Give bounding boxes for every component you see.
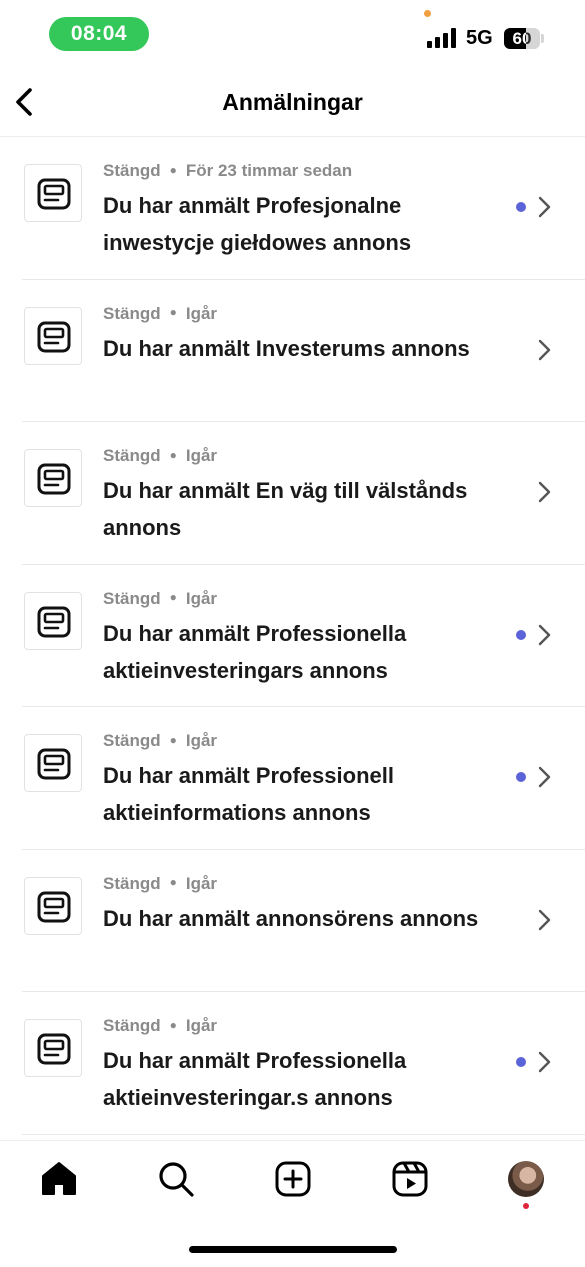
chevron-right-icon [538, 624, 551, 645]
chevron-right-icon [538, 196, 551, 218]
chevron-right-icon [538, 1051, 551, 1073]
report-item[interactable]: Stängd ● Igår Du har anmält Professionella … [0, 565, 585, 707]
bottom-navigation [0, 1140, 585, 1267]
unread-dot [516, 1057, 526, 1067]
report-icon [37, 891, 71, 922]
battery-percent: 60 [512, 29, 532, 48]
separator-dot: ● [169, 305, 177, 320]
report-meta: Stängd ● Igår [103, 731, 217, 751]
report-item[interactable]: Stängd ● Igår Du har anmält En väg till väl… [0, 422, 585, 565]
reels-icon [392, 1161, 428, 1197]
report-status: Stängd [103, 446, 161, 465]
report-icon-box [24, 591, 82, 650]
report-status: Stängd [103, 1016, 161, 1035]
report-icon [37, 463, 71, 495]
report-list: Stängd ● För 23 timmar sedan Du har anmält … [0, 137, 585, 1135]
report-icon-box [24, 734, 82, 792]
report-item[interactable]: Stängd ● Igår Du har anmält Professionella … [0, 992, 585, 1135]
report-status: Stängd [103, 303, 161, 323]
separator-dot: ● [169, 875, 177, 890]
search-icon [159, 1162, 194, 1197]
status-bar: 08:04 5G 60 [0, 0, 585, 70]
report-item[interactable]: Stängd ● Igår Du har anmält Investerums ann… [0, 280, 585, 422]
report-time: Igår [185, 1016, 218, 1035]
report-time: Igår [185, 731, 218, 750]
report-status: Stängd [103, 731, 161, 750]
report-status: Stängd [103, 873, 161, 893]
report-icon [37, 1033, 71, 1065]
chevron-right-icon [538, 339, 551, 360]
page-title: Anmälningar [222, 89, 363, 115]
nav-home[interactable] [39, 1159, 79, 1199]
notification-dot [523, 1203, 529, 1209]
report-title: Du har anmält En väg till välstånds anno… [103, 478, 468, 540]
unread-dot [516, 772, 526, 782]
home-icon [42, 1162, 76, 1195]
separator-dot: ● [169, 590, 177, 605]
page-header: Anmälningar [0, 70, 585, 137]
report-meta: Stängd ● Igår [103, 446, 217, 466]
home-indicator [189, 1246, 397, 1253]
report-item[interactable]: Stängd ● Igår Du har anmält annonsörens ann… [0, 850, 585, 992]
report-time: Igår [185, 588, 218, 608]
network-type: 5G [466, 27, 493, 49]
report-icon [37, 178, 71, 210]
profile-avatar[interactable] [508, 1161, 544, 1197]
report-icon-box [24, 164, 82, 222]
status-time: 08:04 [49, 17, 149, 51]
report-title: Du har anmält Investerums annons [103, 335, 470, 361]
separator-dot: ● [169, 732, 177, 747]
create-icon [275, 1161, 311, 1197]
report-time: Igår [185, 303, 218, 323]
report-item[interactable]: Stängd ● Igår Du har anmält Professionell a… [0, 707, 585, 850]
report-time: För 23 timmar sedan [185, 161, 353, 180]
report-icon-box [24, 876, 82, 935]
report-meta: Stängd ● Igår [103, 589, 217, 609]
report-icon [37, 748, 71, 780]
report-meta: Stängd ● Igår [103, 874, 217, 894]
nav-reels[interactable] [390, 1159, 430, 1199]
report-time: Igår [185, 873, 218, 893]
report-time: Igår [185, 446, 218, 465]
unread-dot [516, 629, 526, 640]
report-title: Du har anmält annonsörens annons [103, 905, 479, 931]
report-icon-box [24, 449, 82, 507]
report-meta: Stängd ● För 23 timmar sedan [103, 161, 352, 181]
battery-icon: 60 [504, 28, 540, 49]
report-status: Stängd [103, 588, 161, 608]
report-icon-box [24, 1019, 82, 1077]
signal-icon [427, 28, 456, 48]
report-meta: Stängd ● Igår [103, 304, 217, 324]
report-title: Du har anmält Professionella aktieinvest… [103, 620, 407, 683]
report-title: Du har anmält Professionella aktieinvest… [103, 1048, 407, 1110]
separator-dot: ● [169, 447, 177, 462]
chevron-right-icon [538, 909, 551, 930]
separator-dot: ● [169, 1017, 177, 1032]
privacy-indicator-dot [424, 10, 431, 17]
battery-cap [541, 34, 544, 43]
separator-dot: ● [169, 162, 177, 177]
unread-dot [516, 202, 526, 212]
chevron-right-icon [538, 481, 551, 503]
report-icon [37, 606, 71, 637]
report-item[interactable]: Stängd ● För 23 timmar sedan Du har anmält … [0, 137, 585, 280]
report-icon-box [24, 306, 82, 365]
report-title: Du har anmält Profesjonalne inwestycje g… [103, 193, 412, 255]
report-status: Stängd [103, 161, 161, 180]
chevron-right-icon [538, 766, 551, 788]
divider [22, 1133, 585, 1135]
report-icon [37, 321, 71, 352]
report-title: Du har anmält Professionell aktieinforma… [103, 763, 394, 825]
nav-create[interactable] [273, 1159, 313, 1199]
nav-search[interactable] [156, 1159, 196, 1199]
report-meta: Stängd ● Igår [103, 1016, 217, 1036]
